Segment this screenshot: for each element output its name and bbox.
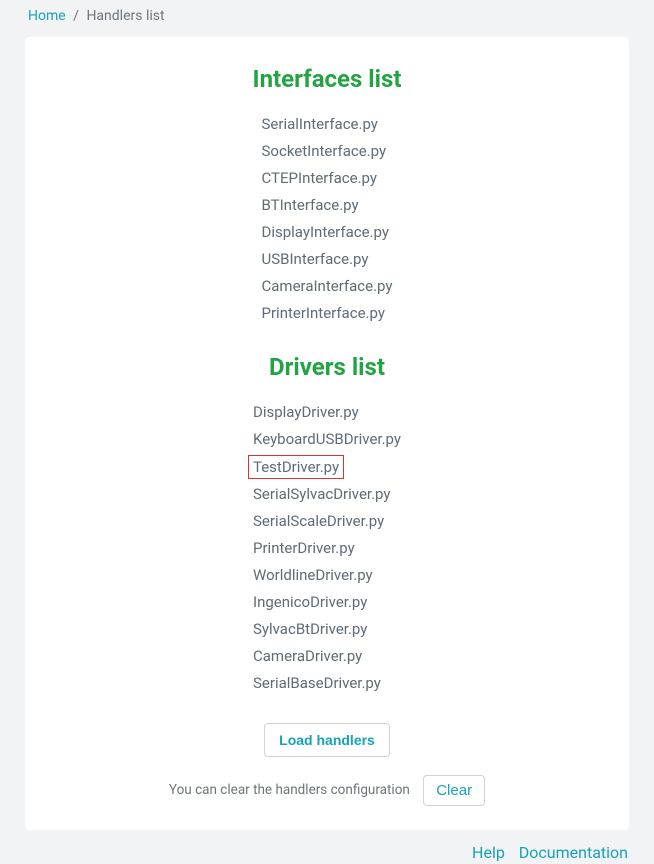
- driver-file-highlighted: TestDriver.py: [248, 455, 344, 479]
- driver-file: CameraDriver.py: [253, 643, 401, 670]
- driver-file: SylvacBtDriver.py: [253, 616, 401, 643]
- help-link[interactable]: Help: [472, 843, 505, 862]
- driver-file: WorldlineDriver.py: [253, 562, 401, 589]
- main-card: Interfaces list SerialInterface.pySocket…: [24, 36, 630, 831]
- footer-links: Help Documentation: [0, 831, 654, 862]
- driver-file: SerialSylvacDriver.py: [253, 481, 401, 508]
- drivers-heading: Drivers list: [45, 353, 609, 381]
- interface-file: PrinterInterface.py: [262, 300, 393, 327]
- interface-file: SocketInterface.py: [262, 138, 393, 165]
- driver-file: KeyboardUSBDriver.py: [253, 426, 401, 453]
- documentation-link[interactable]: Documentation: [519, 843, 628, 862]
- driver-file: SerialBaseDriver.py: [253, 670, 401, 697]
- interface-file: CTEPInterface.py: [262, 165, 393, 192]
- actions-row: Load handlers: [45, 723, 609, 757]
- interfaces-heading: Interfaces list: [45, 65, 609, 93]
- interface-file: SerialInterface.py: [262, 111, 393, 138]
- load-handlers-button[interactable]: Load handlers: [264, 723, 390, 757]
- interface-file: USBInterface.py: [262, 246, 393, 273]
- interface-file: DisplayInterface.py: [262, 219, 393, 246]
- drivers-list: DisplayDriver.pyKeyboardUSBDriver.pyTest…: [253, 399, 401, 697]
- clear-button[interactable]: Clear: [423, 775, 485, 806]
- driver-file: SerialScaleDriver.py: [253, 508, 401, 535]
- clear-row: You can clear the handlers configuration…: [45, 775, 609, 806]
- driver-file: PrinterDriver.py: [253, 535, 401, 562]
- breadcrumb-current: Handlers list: [86, 8, 164, 24]
- interface-file: CameraInterface.py: [262, 273, 393, 300]
- driver-file: DisplayDriver.py: [253, 399, 401, 426]
- interface-file: BTInterface.py: [262, 192, 393, 219]
- breadcrumb: Home / Handlers list: [0, 0, 654, 36]
- driver-file: IngenicoDriver.py: [253, 589, 401, 616]
- clear-prefix-text: You can clear the handlers configuration: [169, 782, 410, 798]
- interfaces-list: SerialInterface.pySocketInterface.pyCTEP…: [262, 111, 393, 327]
- breadcrumb-home-link[interactable]: Home: [28, 8, 66, 24]
- breadcrumb-separator: /: [73, 8, 79, 24]
